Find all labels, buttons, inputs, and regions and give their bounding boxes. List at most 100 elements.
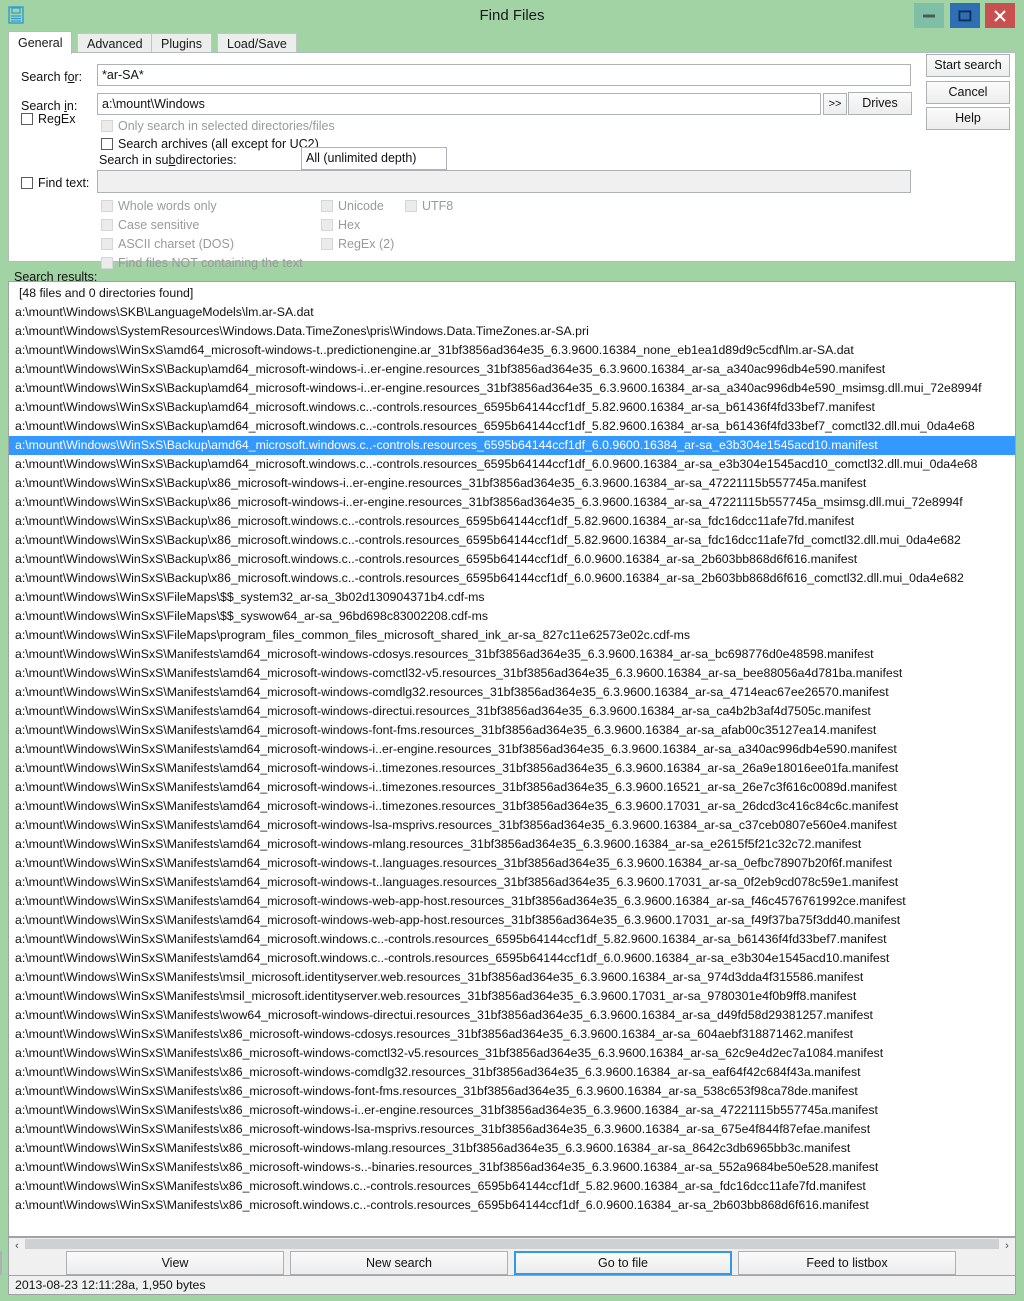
table-row[interactable]: a:\mount\Windows\WinSxS\Manifests\amd64_… <box>9 702 1015 721</box>
table-row[interactable]: a:\mount\Windows\WinSxS\Manifests\x86_mi… <box>9 1196 1015 1215</box>
drives-button[interactable]: Drives <box>848 92 912 115</box>
table-row[interactable]: a:\mount\Windows\WinSxS\Manifests\x86_mi… <box>9 1158 1015 1177</box>
table-row[interactable]: a:\mount\Windows\WinSxS\Manifests\amd64_… <box>9 683 1015 702</box>
find-text-checkbox[interactable]: Find text: <box>21 176 89 190</box>
not-containing-checkbox: Find files NOT containing the text <box>101 256 303 270</box>
table-row[interactable]: a:\mount\Windows\WinSxS\Manifests\x86_mi… <box>9 1177 1015 1196</box>
table-row[interactable]: a:\mount\Windows\WinSxS\Backup\x86_micro… <box>9 550 1015 569</box>
window-title: Find Files <box>479 7 545 24</box>
search-archives-checkbox[interactable]: Search archives (all except for UC2) <box>101 137 319 151</box>
table-row[interactable]: a:\mount\Windows\WinSxS\Manifests\amd64_… <box>9 778 1015 797</box>
table-row[interactable]: a:\mount\Windows\WinSxS\Manifests\amd64_… <box>9 873 1015 892</box>
table-row[interactable]: a:\mount\Windows\WinSxS\Manifests\msil_m… <box>9 968 1015 987</box>
search-archives-label: Search archives (all except for UC2) <box>118 137 319 151</box>
cancel-button[interactable]: Cancel <box>926 81 1010 104</box>
table-row[interactable]: a:\mount\Windows\WinSxS\Manifests\amd64_… <box>9 664 1015 683</box>
minimize-button[interactable] <box>914 3 945 28</box>
table-row[interactable]: a:\mount\Windows\WinSxS\FileMaps\program… <box>9 626 1015 645</box>
table-row[interactable]: a:\mount\Windows\WinSxS\Manifests\amd64_… <box>9 797 1015 816</box>
table-row[interactable]: a:\mount\Windows\WinSxS\FileMaps\$$_sysw… <box>9 607 1015 626</box>
table-row[interactable]: a:\mount\Windows\WinSxS\Manifests\x86_mi… <box>9 1044 1015 1063</box>
regex-checkbox[interactable]: RegEx <box>21 112 76 126</box>
subdirectories-select[interactable]: All (unlimited depth) <box>301 147 447 170</box>
table-row[interactable]: a:\mount\Windows\WinSxS\Manifests\x86_mi… <box>9 1139 1015 1158</box>
table-row[interactable]: a:\mount\Windows\WinSxS\Manifests\amd64_… <box>9 835 1015 854</box>
table-row[interactable]: a:\mount\Windows\WinSxS\Backup\amd64_mic… <box>9 398 1015 417</box>
new-search-button[interactable]: New search <box>290 1251 508 1275</box>
status-bar: 2013-08-23 12:11:28a, 1,950 bytes <box>8 1275 1016 1295</box>
checkbox-box <box>101 200 113 212</box>
table-row[interactable]: a:\mount\Windows\SystemResources\Windows… <box>9 322 1015 341</box>
window-controls <box>913 3 1015 28</box>
table-row[interactable]: a:\mount\Windows\WinSxS\Backup\x86_micro… <box>9 531 1015 550</box>
unicode-checkbox: Unicode <box>321 199 384 213</box>
table-row[interactable]: a:\mount\Windows\WinSxS\Backup\x86_micro… <box>9 493 1015 512</box>
table-row[interactable]: a:\mount\Windows\WinSxS\Manifests\x86_mi… <box>9 1063 1015 1082</box>
table-row[interactable]: a:\mount\Windows\WinSxS\Backup\amd64_mic… <box>9 360 1015 379</box>
table-row[interactable]: a:\mount\Windows\WinSxS\amd64_microsoft-… <box>9 341 1015 360</box>
help-button[interactable]: Help <box>926 107 1010 130</box>
table-row[interactable]: a:\mount\Windows\WinSxS\Manifests\amd64_… <box>9 816 1015 835</box>
utf8-label: UTF8 <box>422 199 454 213</box>
view-button[interactable]: View <box>66 1251 284 1275</box>
table-row-selected[interactable]: a:\mount\Windows\WinSxS\Backup\amd64_mic… <box>9 436 1015 455</box>
tabstrip: General Advanced Plugins Load/Save <box>8 31 1016 54</box>
checkbox-box <box>321 200 333 212</box>
table-row[interactable]: a:\mount\Windows\WinSxS\Backup\x86_micro… <box>9 512 1015 531</box>
utf8-checkbox: UTF8 <box>405 199 453 213</box>
search-for-input[interactable]: *ar-SA* <box>97 64 911 86</box>
checkbox-box[interactable] <box>101 138 113 150</box>
only-selected-label: Only search in selected directories/file… <box>118 119 335 133</box>
checkbox-box[interactable] <box>21 177 33 189</box>
maximize-button[interactable] <box>949 3 980 28</box>
checkbox-box <box>101 257 113 269</box>
checkbox-box <box>101 238 113 250</box>
hex-label: Hex <box>338 218 361 232</box>
feed-to-listbox-button[interactable]: Feed to listbox <box>738 1251 956 1275</box>
search-in-input[interactable]: a:\mount\Windows <box>97 93 821 115</box>
table-row[interactable]: a:\mount\Windows\WinSxS\Manifests\amd64_… <box>9 949 1015 968</box>
table-row[interactable]: a:\mount\Windows\WinSxS\Manifests\amd64_… <box>9 892 1015 911</box>
table-row[interactable]: a:\mount\Windows\WinSxS\Backup\x86_micro… <box>9 474 1015 493</box>
start-search-button[interactable]: Start search <box>926 54 1010 77</box>
table-row[interactable]: a:\mount\Windows\WinSxS\Manifests\amd64_… <box>9 930 1015 949</box>
find-text-input[interactable] <box>97 170 911 193</box>
checkbox-box[interactable] <box>21 113 33 125</box>
table-row[interactable]: a:\mount\Windows\WinSxS\Manifests\amd64_… <box>9 645 1015 664</box>
table-row[interactable]: a:\mount\Windows\WinSxS\Manifests\amd64_… <box>9 759 1015 778</box>
table-row[interactable]: a:\mount\Windows\WinSxS\Manifests\x86_mi… <box>9 1082 1015 1101</box>
table-row[interactable]: a:\mount\Windows\WinSxS\Manifests\amd64_… <box>9 854 1015 873</box>
subdirectories-label: Search in subdirectories: <box>99 153 237 167</box>
table-row[interactable]: a:\mount\Windows\WinSxS\Manifests\x86_mi… <box>9 1025 1015 1044</box>
whole-words-label: Whole words only <box>118 199 217 213</box>
table-row[interactable]: a:\mount\Windows\WinSxS\Manifests\x86_mi… <box>9 1120 1015 1139</box>
search-results-listbox[interactable]: [48 files and 0 directories found] a:\mou… <box>8 281 1016 1237</box>
table-row[interactable]: a:\mount\Windows\WinSxS\Manifests\amd64_… <box>9 740 1015 759</box>
table-row[interactable]: a:\mount\Windows\WinSxS\Backup\amd64_mic… <box>9 379 1015 398</box>
table-row[interactable]: a:\mount\Windows\WinSxS\Manifests\x86_mi… <box>9 1101 1015 1120</box>
tab-advanced[interactable]: Advanced <box>77 33 153 53</box>
general-panel: Search for: *ar-SA* Search in: a:\mount\… <box>8 52 1016 270</box>
table-row[interactable]: a:\mount\Windows\WinSxS\Manifests\amd64_… <box>9 721 1015 740</box>
checkbox-box <box>101 120 113 132</box>
go-to-file-button[interactable]: Go to file <box>514 1251 732 1275</box>
tab-load-save[interactable]: Load/Save <box>217 33 297 53</box>
table-row[interactable]: a:\mount\Windows\WinSxS\Backup\amd64_mic… <box>9 455 1015 474</box>
search-results-list: [48 files and 0 directories found] a:\mou… <box>9 284 1015 1215</box>
regex-label: RegEx <box>38 112 76 126</box>
table-row[interactable]: a:\mount\Windows\WinSxS\Manifests\wow64_… <box>9 1006 1015 1025</box>
table-row[interactable]: a:\mount\Windows\SKB\LanguageModels\lm.a… <box>9 303 1015 322</box>
case-sensitive-label: Case sensitive <box>118 218 200 232</box>
tab-general[interactable]: General <box>8 31 73 54</box>
expand-search-in-button[interactable]: >> <box>823 93 847 115</box>
table-row[interactable]: a:\mount\Windows\WinSxS\Manifests\amd64_… <box>9 911 1015 930</box>
tab-plugins[interactable]: Plugins <box>151 33 212 53</box>
results-summary-row: [48 files and 0 directories found] <box>19 286 194 300</box>
table-row[interactable]: a:\mount\Windows\WinSxS\Manifests\msil_m… <box>9 987 1015 1006</box>
table-row[interactable]: a:\mount\Windows\WinSxS\Backup\amd64_mic… <box>9 417 1015 436</box>
find-files-window: Find Files General Advanced Plugins Load… <box>0 0 1024 1301</box>
close-button[interactable] <box>985 3 1015 28</box>
table-row[interactable]: a:\mount\Windows\WinSxS\FileMaps\$$_syst… <box>9 588 1015 607</box>
table-row[interactable]: a:\mount\Windows\WinSxS\Backup\x86_micro… <box>9 569 1015 588</box>
checkbox-box <box>321 238 333 250</box>
